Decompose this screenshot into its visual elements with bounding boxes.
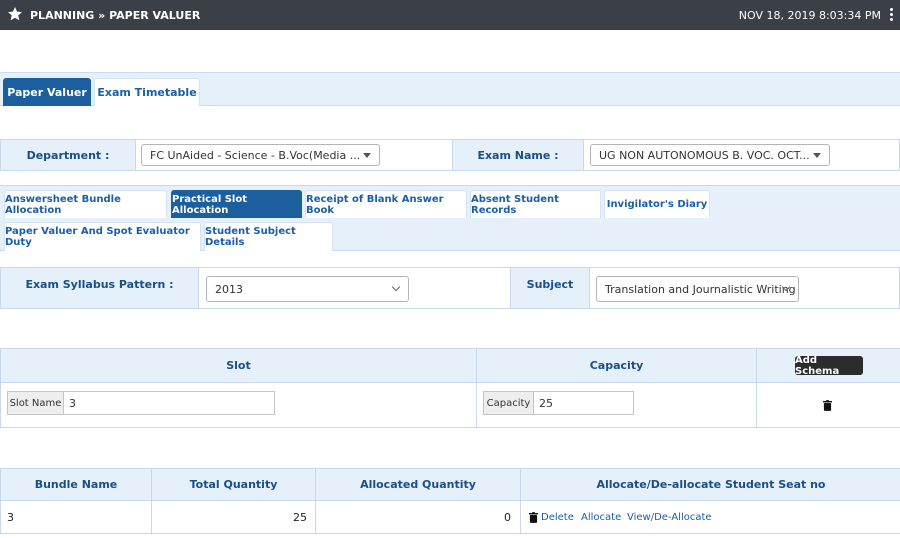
tab-receipt-of-blank-answer-book[interactable]: Receipt of Blank Answer Book xyxy=(305,190,467,218)
bundle-table: Bundle Name Total Quantity Allocated Qua… xyxy=(0,468,900,534)
slot-name-input[interactable]: 3 xyxy=(63,391,275,415)
allocate-link[interactable]: Allocate xyxy=(581,512,621,523)
sub-tabs-bar: Answersheet Bundle Allocation Practical … xyxy=(0,185,900,251)
star-icon[interactable] xyxy=(7,6,23,22)
trash-icon[interactable] xyxy=(529,512,538,523)
allocated-quantity-cell: 0 xyxy=(316,501,521,533)
slot-table: Slot Capacity Add Schema Slot Name 3 Cap… xyxy=(0,348,900,428)
exam-syllabus-pattern-select[interactable]: 2013 xyxy=(206,276,409,302)
capacity-cell: Capacity 25 xyxy=(477,383,757,427)
actions-cell: Delete Allocate View/De-Allocate xyxy=(521,501,900,533)
top-bar: PLANNING » PAPER VALUER NOV 18, 2019 8:0… xyxy=(0,0,900,30)
bundle-name-cell: 3 xyxy=(1,501,152,533)
tab-student-subject-details[interactable]: Student Subject Details xyxy=(204,222,333,251)
chevron-down-icon xyxy=(391,282,401,292)
total-quantity-header: Total Quantity xyxy=(152,469,316,501)
delete-link[interactable]: Delete xyxy=(541,512,574,523)
slot-column-header: Slot xyxy=(1,349,477,383)
total-quantity-cell: 25 xyxy=(152,501,316,533)
slot-name-addon: Slot Name xyxy=(7,391,63,415)
tab-answersheet-bundle-allocation[interactable]: Answersheet Bundle Allocation xyxy=(4,190,167,218)
subject-label: Subject xyxy=(510,268,590,308)
department-exam-row: Department : FC UnAided - Science - B.Vo… xyxy=(0,139,900,171)
slot-name-cell: Slot Name 3 xyxy=(1,383,477,427)
syllabus-subject-row: Exam Syllabus Pattern : 2013 Subject Tra… xyxy=(0,267,900,309)
page-title: PLANNING » PAPER VALUER xyxy=(30,9,201,22)
main-tabs-bar: Paper Valuer Exam Timetable xyxy=(0,72,900,106)
capacity-addon: Capacity xyxy=(483,391,533,415)
add-schema-header: Add Schema xyxy=(757,349,900,383)
tab-paper-valuer[interactable]: Paper Valuer xyxy=(3,78,91,106)
trash-icon[interactable] xyxy=(823,400,832,411)
view-deallocate-link[interactable]: View/De-Allocate xyxy=(627,512,712,523)
capacity-column-header: Capacity xyxy=(477,349,757,383)
department-label: Department : xyxy=(1,140,136,170)
slot-action-cell xyxy=(757,383,900,427)
subject-select[interactable]: Translation and Journalistic Writing xyxy=(596,276,799,302)
allocated-quantity-header: Allocated Quantity xyxy=(316,469,521,501)
current-datetime: NOV 18, 2019 8:03:34 PM xyxy=(738,9,881,22)
kebab-menu-icon[interactable] xyxy=(890,8,894,22)
tab-invigilators-diary[interactable]: Invigilator's Diary xyxy=(604,190,710,218)
capacity-input[interactable]: 25 xyxy=(533,391,634,415)
allocate-deallocate-header: Allocate/De-allocate Student Seat no xyxy=(521,469,900,501)
add-schema-button[interactable]: Add Schema xyxy=(795,355,863,377)
exam-syllabus-pattern-label: Exam Syllabus Pattern : xyxy=(1,268,199,308)
tab-absent-student-records[interactable]: Absent Student Records xyxy=(470,190,601,218)
tab-practical-slot-allocation[interactable]: Practical Slot Allocation xyxy=(171,190,302,218)
tab-exam-timetable[interactable]: Exam Timetable xyxy=(94,78,200,106)
caret-down-icon xyxy=(813,153,821,158)
exam-name-select[interactable]: UG NON AUTONOMOUS B. VOC. OCT... xyxy=(590,144,830,166)
caret-down-icon xyxy=(363,153,371,158)
exam-name-label: Exam Name : xyxy=(452,140,584,170)
bundle-name-header: Bundle Name xyxy=(1,469,152,501)
tab-paper-valuer-spot-evaluator-duty[interactable]: Paper Valuer And Spot Evaluator Duty xyxy=(4,222,201,251)
department-select[interactable]: FC UnAided - Science - B.Voc(Media ... xyxy=(141,144,380,166)
